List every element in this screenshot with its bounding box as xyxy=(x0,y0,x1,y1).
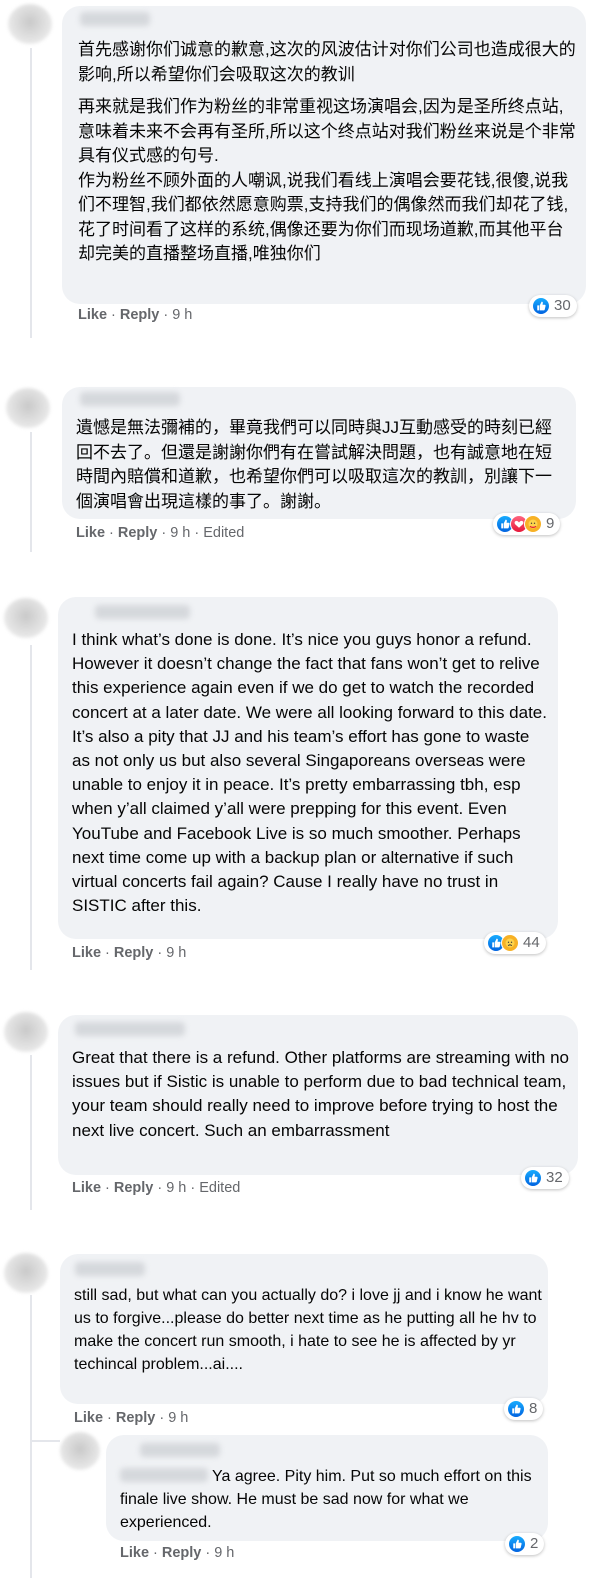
timestamp[interactable]: 9 h xyxy=(214,1545,234,1561)
edited-label: Edited xyxy=(199,1180,241,1196)
reaction-summary[interactable]: 44 xyxy=(484,932,546,954)
reaction-count: 44 xyxy=(523,934,540,951)
comment-paragraph: 遺憾是無法彌補的，畢竟我們可以同時與JJ互動感受的時刻已經回不去了。但還是謝謝你… xyxy=(76,418,552,511)
timestamp[interactable]: 9 h xyxy=(166,945,186,961)
comment-text: Ya agree. Pity him. Put so much effort o… xyxy=(120,1465,540,1534)
edited-label: Edited xyxy=(203,525,245,541)
reaction-count: 8 xyxy=(529,1400,538,1417)
comment-paragraph: 首先感谢你们诚意的歉意,这次的风波估计对你们公司也造成很大的影响,所以希望你们会… xyxy=(78,40,576,84)
reaction-count: 2 xyxy=(530,1535,539,1552)
thread-line xyxy=(30,432,32,552)
comment-actions: Like · Reply · 9 h · Edited xyxy=(76,525,245,541)
reaction-summary[interactable]: 9 xyxy=(493,513,561,535)
timestamp[interactable]: 9 h xyxy=(168,1410,188,1426)
like-link[interactable]: Like xyxy=(72,945,101,961)
reply-link[interactable]: Reply xyxy=(114,1180,154,1196)
avatar[interactable] xyxy=(8,4,52,44)
like-reaction-icon xyxy=(532,297,550,315)
comment-text: Great that there is a refund. Other plat… xyxy=(72,1046,570,1143)
comment-paragraph: I think what’s done is done. It’s nice y… xyxy=(72,630,547,916)
comment-paragraph: still sad, but what can you actually do?… xyxy=(74,1287,542,1373)
timestamp[interactable]: 9 h xyxy=(170,525,190,541)
comment-text: 遺憾是無法彌補的，畢竟我們可以同時與JJ互動感受的時刻已經回不去了。但還是謝謝你… xyxy=(76,416,568,514)
like-link[interactable]: Like xyxy=(76,525,105,541)
comment-actions: Like · Reply · 9 h xyxy=(72,945,187,961)
comment-text: still sad, but what can you actually do?… xyxy=(74,1284,544,1376)
sad-reaction-icon xyxy=(501,934,519,952)
avatar[interactable] xyxy=(4,598,48,638)
comment-actions: Like · Reply · 9 h xyxy=(78,307,193,323)
commenter-name[interactable] xyxy=(75,1022,185,1036)
reaction-summary[interactable]: 8 xyxy=(504,1398,544,1420)
thread-line xyxy=(30,48,32,338)
commenter-name[interactable] xyxy=(80,392,180,406)
like-reaction-icon xyxy=(508,1535,526,1553)
comment-actions: Like · Reply · 9 h · Edited xyxy=(72,1180,241,1196)
like-link[interactable]: Like xyxy=(78,307,107,323)
reaction-count: 32 xyxy=(546,1169,563,1186)
like-reaction-icon xyxy=(507,1400,525,1418)
like-link[interactable]: Like xyxy=(74,1410,103,1426)
thread-line xyxy=(30,1295,32,1578)
reply-connector xyxy=(30,1440,60,1442)
comment-actions: Like · Reply · 9 h xyxy=(74,1410,189,1426)
thread-line xyxy=(30,645,32,970)
comment-text: 首先感谢你们诚意的歉意,这次的风波估计对你们公司也造成很大的影响,所以希望你们会… xyxy=(78,38,578,267)
reply-link[interactable]: Reply xyxy=(120,307,160,323)
commenter-name[interactable] xyxy=(75,1262,145,1276)
comment-paragraph: Ya agree. Pity him. Put so much effort o… xyxy=(120,1468,532,1531)
reaction-count: 9 xyxy=(546,515,555,532)
reply-link[interactable]: Reply xyxy=(116,1410,156,1426)
timestamp[interactable]: 9 h xyxy=(172,307,192,323)
timestamp[interactable]: 9 h xyxy=(166,1180,186,1196)
reply-link[interactable]: Reply xyxy=(162,1545,202,1561)
care-reaction-icon xyxy=(524,515,542,533)
commenter-name[interactable] xyxy=(140,1443,220,1457)
commenter-name[interactable] xyxy=(80,12,150,26)
avatar[interactable] xyxy=(4,1012,48,1052)
like-reaction-icon xyxy=(524,1169,542,1187)
avatar[interactable] xyxy=(4,1253,48,1293)
reaction-summary[interactable]: 32 xyxy=(521,1167,569,1189)
comment-paragraph: 再来就是我们作为粉丝的非常重视这场演唱会,因为是圣所终点站,意味着未来不会再有圣… xyxy=(78,97,576,263)
like-link[interactable]: Like xyxy=(72,1180,101,1196)
reaction-count: 30 xyxy=(554,297,571,314)
reaction-summary[interactable]: 2 xyxy=(505,1533,545,1555)
avatar[interactable] xyxy=(60,1432,100,1470)
comment-text: I think what’s done is done. It’s nice y… xyxy=(72,628,550,918)
like-link[interactable]: Like xyxy=(120,1545,149,1561)
reply-link[interactable]: Reply xyxy=(114,945,154,961)
comment-paragraph: Great that there is a refund. Other plat… xyxy=(72,1048,570,1140)
reply-link[interactable]: Reply xyxy=(118,525,158,541)
reaction-summary[interactable]: 30 xyxy=(529,295,577,317)
avatar[interactable] xyxy=(6,388,50,428)
commenter-name[interactable] xyxy=(95,605,190,619)
comment-actions: Like · Reply · 9 h xyxy=(120,1545,235,1561)
thread-line xyxy=(30,1055,32,1210)
